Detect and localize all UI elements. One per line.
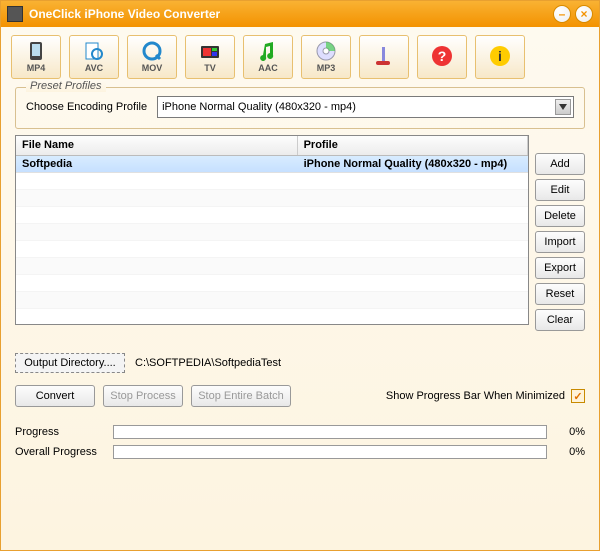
progress-value: 0% [555,426,585,438]
stop-batch-button[interactable]: Stop Entire Batch [191,385,291,407]
settings-button[interactable] [359,35,409,79]
show-progress-checkbox[interactable]: ✓ [571,389,585,403]
combo-arrow-icon[interactable] [555,99,571,115]
edit-button[interactable]: Edit [535,179,585,201]
output-path: C:\SOFTPEDIA\SoftpediaTest [135,357,281,369]
clear-button[interactable]: Clear [535,309,585,331]
phone-icon [24,41,48,61]
preset-profiles-group: Preset Profiles Choose Encoding Profile … [15,87,585,129]
close-button[interactable]: × [575,5,593,23]
window-title: OneClick iPhone Video Converter [29,7,220,21]
table-row[interactable]: Softpedia iPhone Normal Quality (480x320… [16,156,528,173]
music-note-icon [256,41,280,61]
help-button[interactable]: ? [417,35,467,79]
quicktime-icon [140,41,164,61]
overall-progress-label: Overall Progress [15,446,105,458]
convert-button[interactable]: Convert [15,385,95,407]
preset-legend: Preset Profiles [26,80,106,92]
file-list-table[interactable]: File Name Profile Softpedia iPhone Norma… [15,135,529,325]
col-file-name[interactable]: File Name [16,136,298,155]
mp4-button[interactable]: MP4 [11,35,61,79]
col-profile[interactable]: Profile [298,136,528,155]
table-body: Softpedia iPhone Normal Quality (480x320… [16,156,528,324]
title-bar: OneClick iPhone Video Converter – × [1,1,599,27]
mov-button[interactable]: MOV [127,35,177,79]
screwdriver-icon [372,46,396,66]
progress-label: Progress [15,426,105,438]
disc-icon [314,41,338,61]
progress-bar [113,425,547,439]
delete-button[interactable]: Delete [535,205,585,227]
mp3-button[interactable]: MP3 [301,35,351,79]
info-button[interactable]: i [475,35,525,79]
encoding-profile-label: Choose Encoding Profile [26,101,147,113]
tv-button[interactable]: TV [185,35,235,79]
svg-text:i: i [498,48,502,64]
help-icon: ? [430,46,454,66]
output-directory-button[interactable]: Output Directory.... [15,353,125,373]
app-window: OneClick iPhone Video Converter – × MP4 … [0,0,600,551]
avc-button[interactable]: AVC [69,35,119,79]
import-button[interactable]: Import [535,231,585,253]
svg-text:?: ? [438,48,447,64]
aac-button[interactable]: AAC [243,35,293,79]
file-actions: Add Edit Delete Import Export Reset Clea… [535,135,585,331]
export-button[interactable]: Export [535,257,585,279]
reset-button[interactable]: Reset [535,283,585,305]
overall-progress-bar [113,445,547,459]
encoding-profile-combo[interactable]: iPhone Normal Quality (480x320 - mp4) [157,96,574,118]
overall-progress-value: 0% [555,446,585,458]
app-icon [7,6,23,22]
table-header: File Name Profile [16,136,528,156]
cell-profile: iPhone Normal Quality (480x320 - mp4) [298,157,528,171]
encoding-profile-value: iPhone Normal Quality (480x320 - mp4) [162,101,356,113]
format-toolbar: MP4 AVC MOV TV AAC MP3 ? [1,27,599,83]
minimize-button[interactable]: – [553,5,571,23]
stop-process-button[interactable]: Stop Process [103,385,183,407]
cell-file-name: Softpedia [16,157,298,171]
show-progress-label: Show Progress Bar When Minimized [386,390,565,402]
document-search-icon [82,41,106,61]
tv-icon [198,41,222,61]
info-icon: i [488,46,512,66]
add-button[interactable]: Add [535,153,585,175]
